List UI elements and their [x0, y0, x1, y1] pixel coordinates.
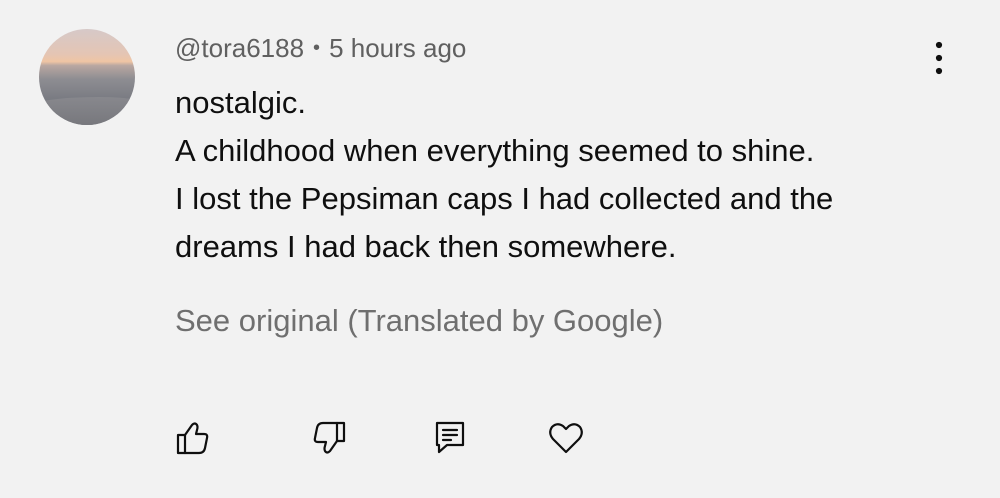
- author-name[interactable]: @tora6188: [175, 33, 304, 63]
- thumbs-down-icon: [313, 421, 346, 454]
- comment-card: @tora6188 • 5 hours ago nostalgic. A child…: [0, 0, 1000, 498]
- thumbs-up-icon: [176, 422, 209, 455]
- like-button[interactable]: [168, 414, 216, 462]
- heart-icon: [549, 423, 583, 454]
- comment-actions: [0, 414, 1000, 462]
- avatar-shore: [39, 97, 135, 125]
- see-original-link[interactable]: See original (Translated by Google): [175, 301, 663, 341]
- separator-dot: •: [313, 37, 321, 59]
- more-vertical-icon: [935, 41, 943, 75]
- comment-header: @tora6188 • 5 hours ago: [175, 31, 466, 68]
- comment-line: nostalgic.: [175, 85, 306, 120]
- dislike-button[interactable]: [306, 414, 354, 462]
- reply-comment-icon: [435, 421, 465, 454]
- comment-timestamp: 5 hours ago: [329, 33, 467, 63]
- avatar[interactable]: [39, 29, 135, 125]
- comment-line: dreams I had back then somewhere.: [175, 229, 677, 264]
- reply-button[interactable]: [426, 414, 474, 462]
- comment-text: nostalgic. A childhood when everything s…: [175, 79, 965, 271]
- comment-line: A childhood when everything seemed to sh…: [175, 133, 815, 168]
- comment-line: I lost the Pepsiman caps I had collected…: [175, 181, 834, 216]
- more-options-button[interactable]: [922, 38, 956, 78]
- heart-button[interactable]: [542, 414, 590, 462]
